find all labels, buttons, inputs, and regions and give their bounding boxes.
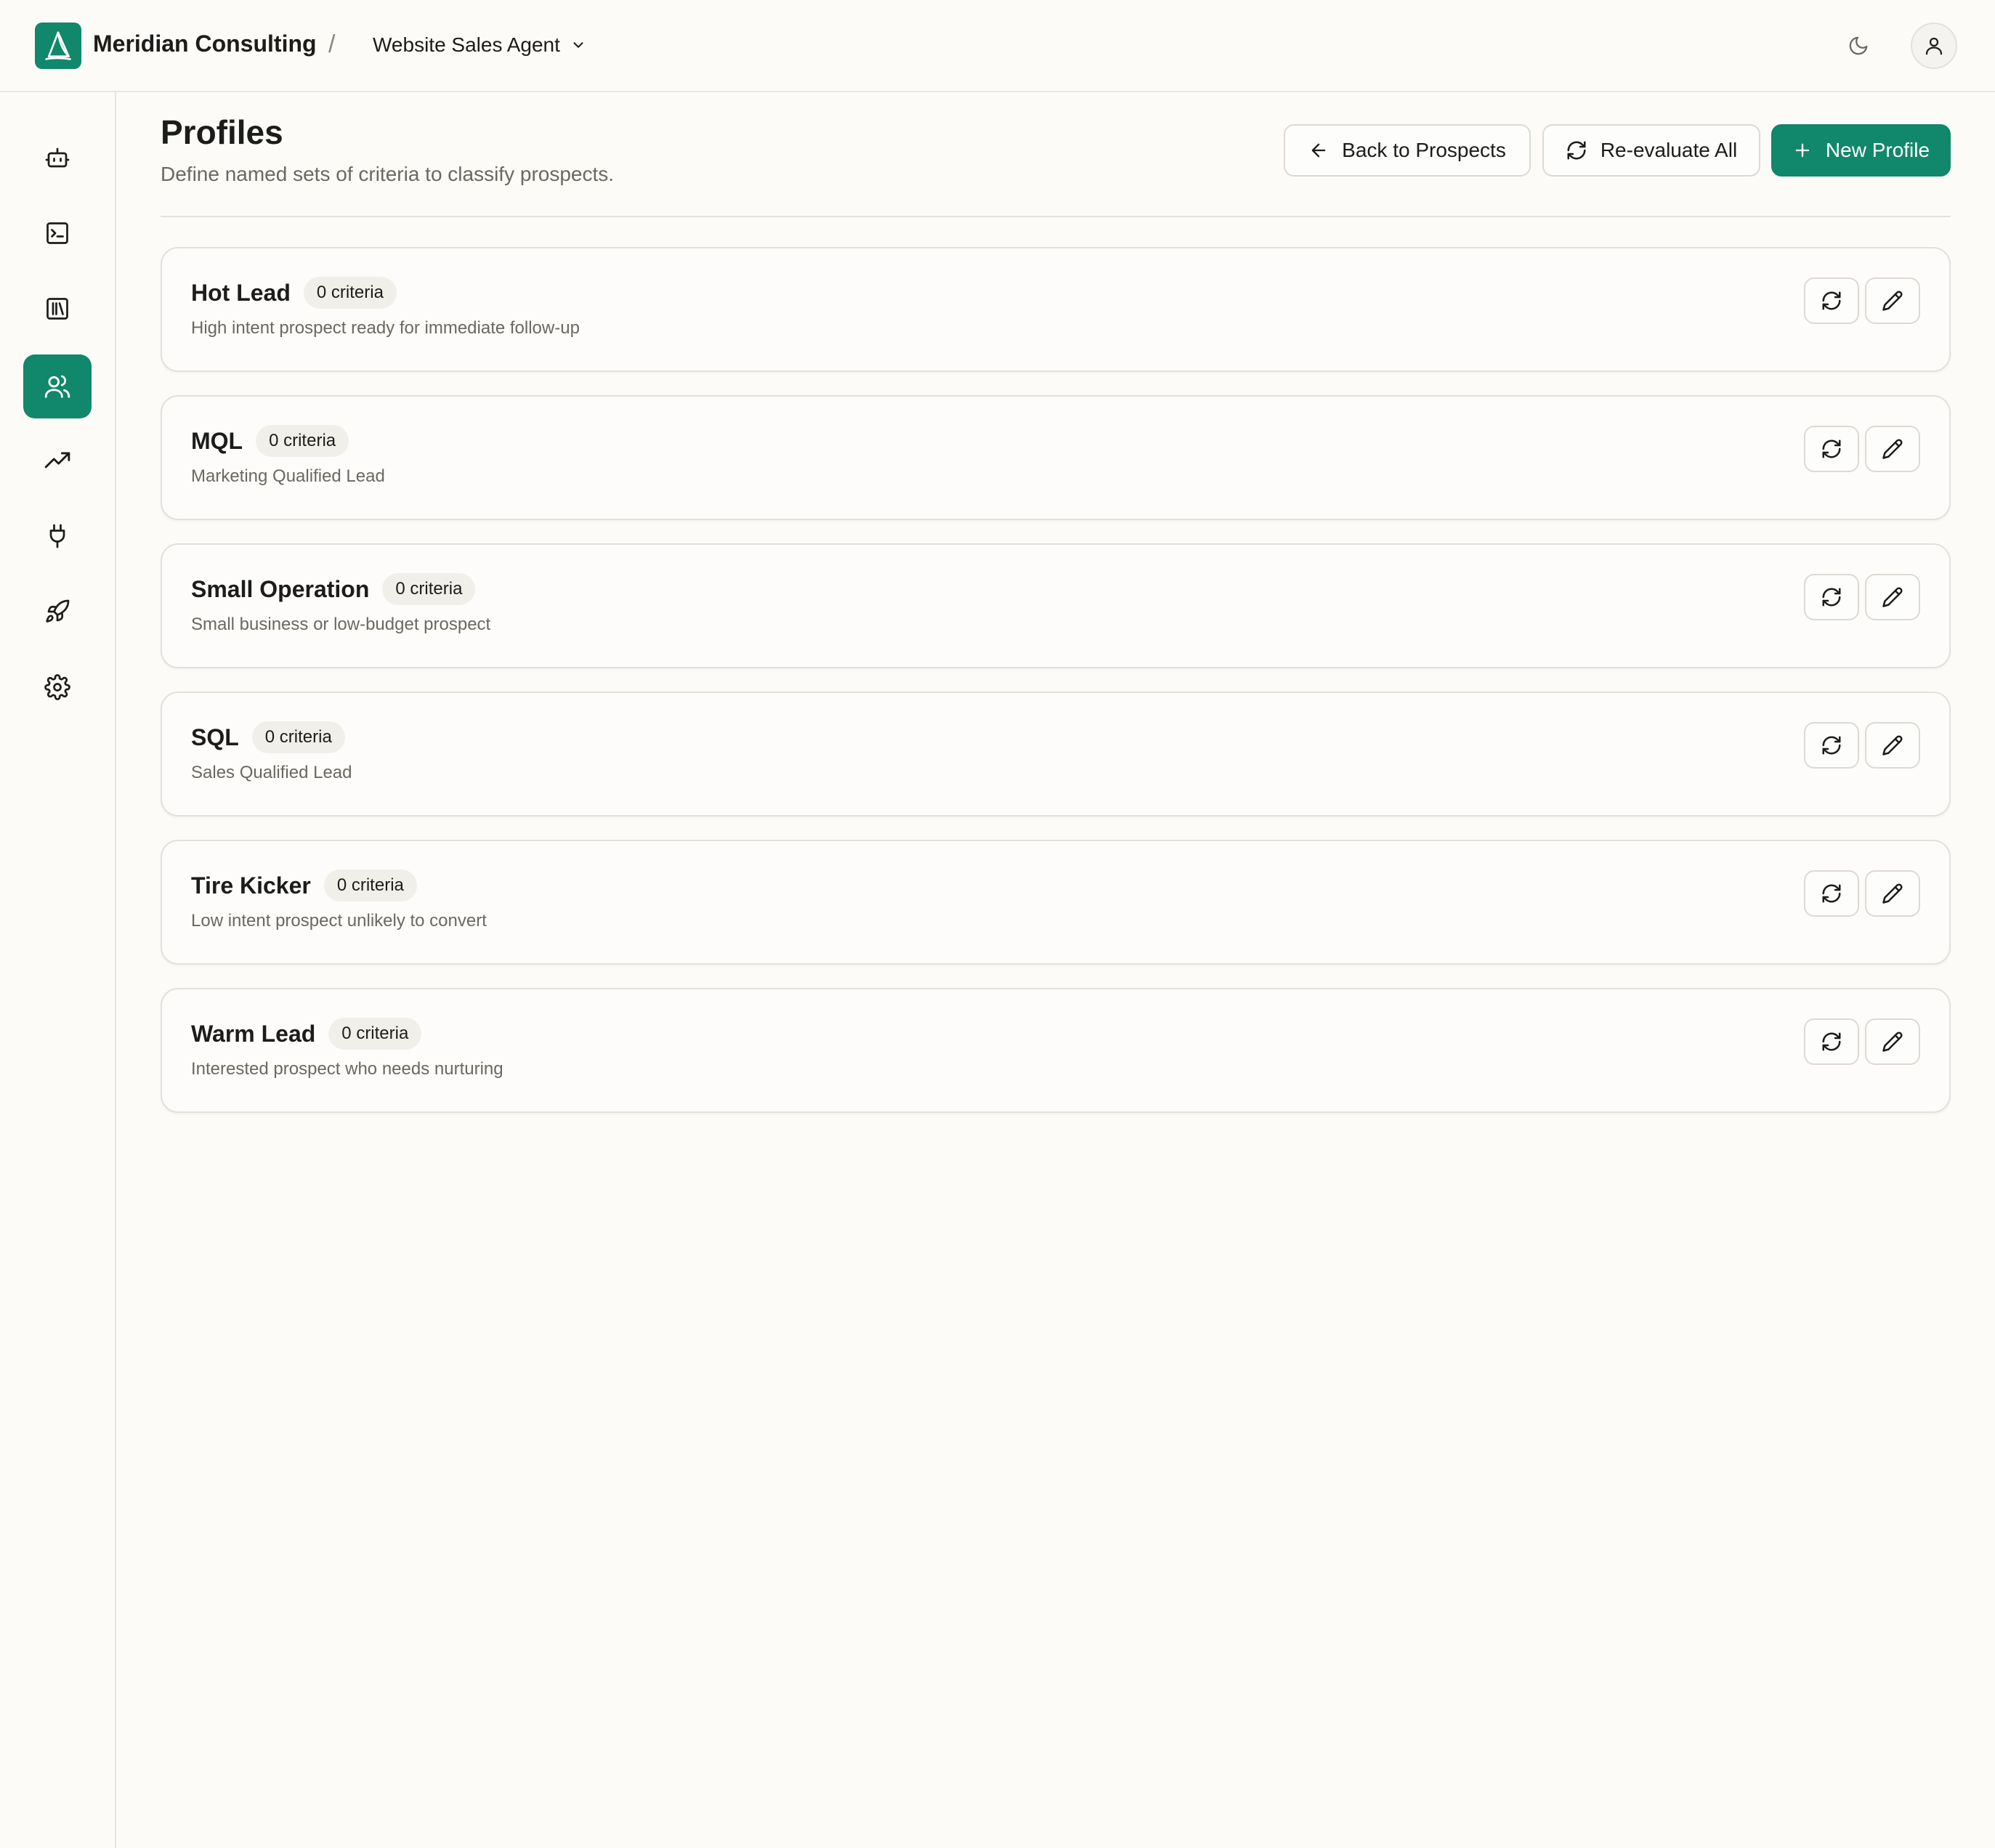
bot-icon	[44, 145, 70, 171]
sidebar-item-terminal[interactable]	[23, 201, 92, 265]
users-icon	[44, 373, 71, 400]
reevaluate-profile-button[interactable]	[1804, 426, 1859, 472]
profile-title-row: SQL 0 criteria	[191, 721, 345, 754]
profile-title-row: Warm Lead 0 criteria	[191, 1017, 422, 1050]
arrow-left-icon	[1308, 140, 1329, 161]
profile-title-row: Tire Kicker 0 criteria	[191, 869, 417, 902]
refresh-icon	[1821, 734, 1842, 756]
edit-profile-button[interactable]	[1865, 1018, 1920, 1065]
chevron-down-icon	[570, 37, 586, 53]
profile-description: High intent prospect ready for immediate…	[191, 318, 580, 338]
rocket-icon	[44, 599, 70, 625]
profile-card[interactable]: SQL 0 criteria Sales Qualified Lead	[161, 692, 1951, 816]
user-avatar[interactable]	[1911, 23, 1957, 69]
profile-title-row: MQL 0 criteria	[191, 424, 349, 458]
reevaluate-all-label: Re-evaluate All	[1600, 139, 1738, 161]
edit-profile-button[interactable]	[1865, 574, 1920, 620]
pencil-icon	[1882, 734, 1903, 756]
profile-description: Marketing Qualified Lead	[191, 466, 385, 486]
profile-description: Sales Qualified Lead	[191, 763, 352, 782]
criteria-badge: 0 criteria	[256, 425, 349, 457]
profile-card[interactable]: Warm Lead 0 criteria Interested prospect…	[161, 988, 1951, 1113]
back-to-prospects-label: Back to Prospects	[1342, 139, 1506, 161]
reevaluate-profile-button[interactable]	[1804, 277, 1859, 324]
user-icon	[1923, 35, 1945, 57]
pencil-icon	[1882, 438, 1903, 460]
sidebar-item-deploy[interactable]	[23, 580, 92, 644]
new-profile-label: New Profile	[1825, 139, 1930, 161]
criteria-badge: 0 criteria	[303, 277, 397, 309]
profile-title-row: Hot Lead 0 criteria	[191, 276, 397, 309]
pencil-icon	[1882, 290, 1903, 312]
criteria-badge: 0 criteria	[328, 1018, 422, 1050]
criteria-badge: 0 criteria	[251, 721, 345, 753]
pencil-icon	[1882, 586, 1903, 608]
profile-name: Small Operation	[191, 575, 370, 602]
profile-name: Warm Lead	[191, 1020, 316, 1047]
gear-icon	[44, 674, 70, 700]
refresh-icon	[1566, 139, 1587, 161]
refresh-icon	[1821, 1031, 1842, 1053]
header-divider	[161, 216, 1951, 217]
profile-card[interactable]: MQL 0 criteria Marketing Qualified Lead	[161, 395, 1951, 520]
library-icon	[44, 296, 70, 322]
reevaluate-profile-button[interactable]	[1804, 870, 1859, 917]
page-title: Profiles	[161, 113, 283, 151]
profile-description: Low intent prospect unlikely to convert	[191, 911, 487, 931]
sidebar	[0, 92, 116, 1848]
profile-card[interactable]: Small Operation 0 criteria Small busines…	[161, 543, 1951, 668]
breadcrumb-separator: /	[328, 31, 336, 58]
edit-profile-button[interactable]	[1865, 722, 1920, 769]
sidebar-item-settings[interactable]	[23, 655, 92, 719]
profile-name: SQL	[191, 724, 239, 750]
reevaluate-profile-button[interactable]	[1804, 722, 1859, 769]
plus-icon	[1792, 140, 1813, 161]
criteria-badge: 0 criteria	[323, 870, 417, 901]
profile-name: Hot Lead	[191, 279, 291, 306]
profile-name: MQL	[191, 427, 243, 454]
edit-profile-button[interactable]	[1865, 870, 1920, 917]
new-profile-button[interactable]: New Profile	[1771, 124, 1951, 177]
profile-title-row: Small Operation 0 criteria	[191, 572, 476, 606]
terminal-icon	[44, 220, 70, 246]
reevaluate-profile-button[interactable]	[1804, 1018, 1859, 1065]
refresh-icon	[1821, 438, 1842, 460]
sidebar-item-analytics[interactable]	[23, 429, 92, 493]
edit-profile-button[interactable]	[1865, 277, 1920, 324]
sidebar-item-prospects[interactable]	[23, 354, 92, 418]
pencil-icon	[1882, 883, 1903, 904]
reevaluate-profile-button[interactable]	[1804, 574, 1859, 620]
refresh-icon	[1821, 883, 1842, 904]
agent-selector[interactable]: Website Sales Agent	[373, 29, 586, 61]
edit-profile-button[interactable]	[1865, 426, 1920, 472]
reevaluate-all-button[interactable]: Re-evaluate All	[1542, 124, 1760, 177]
moon-icon[interactable]	[1844, 31, 1873, 60]
page-subtitle: Define named sets of criteria to classif…	[161, 163, 615, 185]
profile-name: Tire Kicker	[191, 872, 311, 899]
sailboat-icon[interactable]	[35, 23, 81, 69]
criteria-badge: 0 criteria	[382, 573, 476, 605]
profile-card[interactable]: Hot Lead 0 criteria High intent prospect…	[161, 247, 1951, 372]
agent-selector-label: Website Sales Agent	[373, 33, 560, 56]
refresh-icon	[1821, 586, 1842, 608]
trending-up-icon	[44, 447, 71, 475]
sidebar-item-agents[interactable]	[23, 126, 92, 190]
plug-icon	[44, 523, 70, 549]
top-bar: Meridian Consulting / Website Sales Agen…	[0, 0, 1995, 92]
profile-description: Interested prospect who needs nurturing	[191, 1059, 503, 1079]
refresh-icon	[1821, 290, 1842, 312]
sidebar-item-library[interactable]	[23, 277, 92, 341]
profile-card[interactable]: Tire Kicker 0 criteria Low intent prospe…	[161, 840, 1951, 965]
sidebar-item-integrations[interactable]	[23, 504, 92, 568]
back-to-prospects-button[interactable]: Back to Prospects	[1284, 124, 1531, 177]
profile-description: Small business or low-budget prospect	[191, 615, 491, 634]
pencil-icon	[1882, 1031, 1903, 1053]
org-name[interactable]: Meridian Consulting	[93, 31, 317, 57]
